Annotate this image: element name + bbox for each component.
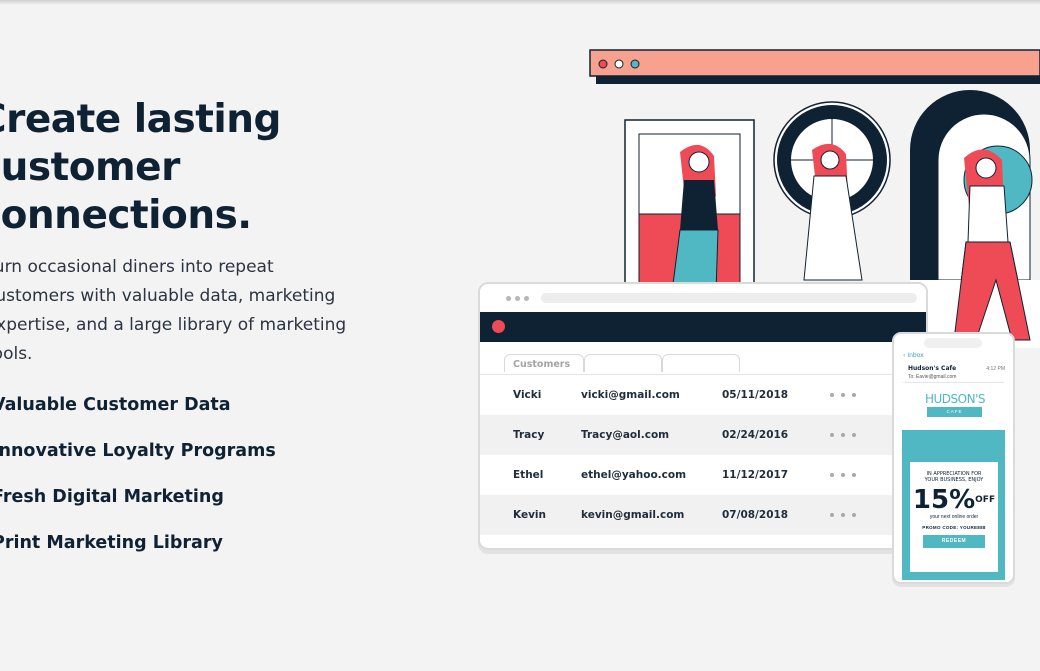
hero-description-line: expertise, and a large library of market… <box>0 315 347 335</box>
divider <box>903 382 1004 383</box>
coupon-discount: 15%OFF <box>910 486 998 514</box>
hero-title-line: customer <box>0 145 180 190</box>
coupon-appreciation: IN APPRECIATION FOR YOUR BUSINESS, ENJOY <box>910 471 998 483</box>
hero-description-line: tools. <box>0 344 33 364</box>
row-menu-icon[interactable] <box>830 433 856 437</box>
woman-1-face <box>688 151 710 173</box>
woman-1-top <box>680 180 718 230</box>
inbox-label: Inbox <box>907 352 924 359</box>
table-row[interactable]: Tracy Tracy@aol.com 02/24/2016 <box>480 415 926 455</box>
table-row[interactable]: Kevin kevin@gmail.com 07/08/2018 <box>480 495 926 535</box>
feature-item[interactable]: Fresh Digital Marketing <box>0 484 276 530</box>
hero-description: Turn occasional diners into repeat custo… <box>0 253 346 369</box>
tab-2[interactable] <box>584 354 662 372</box>
cafe-logo-sub: CAFE <box>927 407 982 417</box>
discount-value: 15 <box>912 485 950 515</box>
tab-customers[interactable]: Customers <box>504 354 584 372</box>
email-recipient: To: Eavie@gmail.com <box>908 374 957 380</box>
tab-3[interactable] <box>662 354 740 372</box>
woman-2-face <box>820 150 840 170</box>
browser-bar <box>589 49 1040 77</box>
row-menu-icon[interactable] <box>830 513 856 517</box>
hero-description-line: customers with valuable data, marketing <box>0 286 336 306</box>
hero-description-line: Turn occasional diners into repeat <box>0 257 274 277</box>
phone-notch <box>924 338 982 348</box>
coupon-appreciation-line: YOUR BUSINESS, ENJOY <box>924 477 984 483</box>
window-dot <box>524 295 529 301</box>
dashboard-window-top <box>480 284 926 312</box>
customer-name: Kevin <box>513 509 546 521</box>
cafe-logo: HUDSON'S <box>925 392 986 406</box>
customer-table: Vicki vicki@gmail.com 05/11/2018 Tracy T… <box>480 374 926 535</box>
customer-date: 02/24/2016 <box>722 429 789 441</box>
row-menu-icon[interactable] <box>830 393 856 397</box>
record-icon <box>492 320 505 333</box>
discount-symbol: % <box>949 485 976 515</box>
window-dot <box>515 295 520 301</box>
customer-email: Tracy@aol.com <box>581 429 670 441</box>
browser-dot-red <box>598 59 608 69</box>
feature-item[interactable]: Valuable Customer Data <box>0 392 276 438</box>
customer-email: kevin@gmail.com <box>581 509 685 521</box>
browser-dot-white <box>614 59 624 69</box>
customer-date: 05/11/2018 <box>722 389 789 401</box>
customer-name: Tracy <box>513 429 545 441</box>
feature-list: Valuable Customer Data Innovative Loyalt… <box>0 392 276 576</box>
inbox-back-link[interactable]: ‹ Inbox <box>903 352 924 359</box>
top-shadow <box>0 0 1040 5</box>
redeem-button[interactable]: REDEEM <box>923 535 985 548</box>
customer-name: Vicki <box>513 389 542 401</box>
email-sender: Hudson's Cafe <box>908 365 957 372</box>
browser-dot-teal <box>630 59 640 69</box>
woman-3-top <box>967 185 1009 243</box>
customer-date: 07/08/2018 <box>722 509 789 521</box>
phone-email-preview: ‹ Inbox Hudson's Cafe 4:12 PM To: Eavie@… <box>892 332 1015 584</box>
promo-code: PROMO CODE: YOURE888 <box>922 525 986 530</box>
table-row[interactable]: Vicki vicki@gmail.com 05/11/2018 <box>480 375 926 415</box>
hero-illustration: Customers Vicki vicki@gmail.com 05/11/20… <box>470 40 1040 600</box>
customer-name: Ethel <box>513 469 544 481</box>
coupon-card: IN APPRECIATION FOR YOUR BUSINESS, ENJOY… <box>910 462 998 572</box>
customer-date: 11/12/2017 <box>722 469 789 481</box>
row-menu-icon[interactable] <box>830 473 856 477</box>
table-row[interactable]: Ethel ethel@yahoo.com 11/12/2017 <box>480 455 926 495</box>
customer-email: vicki@gmail.com <box>581 389 680 401</box>
feature-item[interactable]: Print Marketing Library <box>0 530 276 576</box>
address-bar <box>541 293 917 303</box>
discount-off: OFF <box>975 495 996 505</box>
customer-dashboard: Customers Vicki vicki@gmail.com 05/11/20… <box>478 282 928 550</box>
woman-3-face <box>975 157 997 179</box>
customer-email: ethel@yahoo.com <box>581 469 687 481</box>
hero-title: Create lasting customer connections. <box>0 96 281 240</box>
dashboard-header <box>480 312 926 342</box>
window-dot <box>506 295 511 301</box>
hero-title-line: connections. <box>0 193 252 238</box>
hero-title-line: Create lasting <box>0 97 281 142</box>
email-time: 4:12 PM <box>986 366 1005 372</box>
feature-item[interactable]: Innovative Loyalty Programs <box>0 438 276 484</box>
dashboard-tabs: Customers <box>504 354 740 372</box>
